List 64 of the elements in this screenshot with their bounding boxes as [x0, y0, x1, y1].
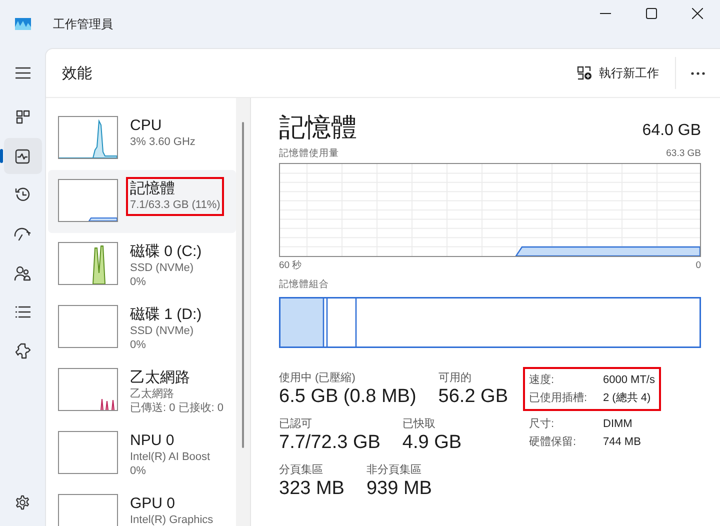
spec-value: 744 MB: [603, 435, 641, 450]
device-detail: 7.1/63.3 GB (11%): [130, 198, 220, 212]
stat-value: 56.2 GB: [438, 385, 508, 409]
device-detail: Intel(R) Graphics: [130, 513, 214, 526]
device-detail: 乙太網路: [130, 387, 175, 401]
device-detail: 已傳送: 0 已接收: 0: [130, 401, 224, 415]
graph-label: 記憶體使用量: [279, 148, 339, 160]
page-title: 效能: [62, 64, 92, 82]
device-detail: Intel(R) AI Boost: [130, 450, 210, 464]
device-list-item[interactable]: NPU 0 Intel(R) AI Boost 0%: [48, 422, 236, 485]
device-detail: SSD (NVMe): [130, 324, 195, 338]
stat-value: 323 MB: [279, 477, 344, 501]
stat-label: 分頁集區: [279, 463, 324, 477]
device-detail: SSD (NVMe): [130, 261, 195, 275]
spec-label: 尺寸:: [529, 417, 556, 432]
device-detail: 3% 3.60 GHz: [130, 135, 196, 149]
device-list-item[interactable]: GPU 0 Intel(R) Graphics: [48, 485, 236, 526]
device-list-item[interactable]: 磁碟 1 (D:) SSD (NVMe) 0%: [48, 296, 236, 359]
stat-label: 非分頁集區: [366, 463, 422, 477]
device-name: 磁碟 1 (D:): [130, 306, 202, 324]
usage-graph: [58, 242, 118, 285]
stat-label: 可用的: [438, 371, 472, 385]
spec-value: 2 (總共 4): [603, 391, 651, 406]
spec-label: 已使用插槽:: [529, 391, 588, 406]
device-list-item[interactable]: 乙太網路 乙太網路 已傳送: 0 已接收: 0: [48, 359, 236, 422]
usage-graph: [58, 431, 118, 474]
usage-graph: [58, 116, 118, 159]
stat-value: 4.9 GB: [402, 431, 462, 455]
device-list-item[interactable]: 磁碟 0 (C:) SSD (NVMe) 0%: [48, 233, 236, 296]
axis-label: 0: [696, 260, 701, 272]
device-detail: 0%: [130, 464, 147, 478]
device-name: GPU 0: [130, 495, 176, 513]
new-task-icon: [577, 66, 592, 80]
device-name: NPU 0: [130, 432, 176, 450]
stat-value: 7.7/72.3 GB: [279, 431, 380, 455]
device-name: 記憶體: [130, 180, 176, 198]
stat-value: 6.5 GB (0.8 MB): [279, 385, 416, 409]
axis-label: 60 秒: [279, 260, 302, 272]
usage-graph: [58, 368, 118, 411]
run-new-task-button[interactable]: 執行新工作: [569, 58, 667, 88]
section-title: 記憶體: [279, 112, 357, 142]
spec-label: 速度:: [529, 372, 556, 388]
stat-label: 使用中 (已壓縮): [279, 371, 356, 385]
spec-value: 6000 MT/s: [603, 373, 655, 388]
device-name: 乙太網路: [130, 369, 191, 387]
spec-label: 硬體保留:: [529, 435, 578, 450]
spec-value: DIMM: [603, 417, 632, 432]
device-name: CPU: [130, 117, 163, 135]
device-name: 磁碟 0 (C:): [130, 243, 202, 261]
device-list-item[interactable]: CPU 3% 3.60 GHz: [48, 107, 236, 170]
device-detail: 0%: [130, 338, 147, 352]
stat-label: 已認可: [279, 417, 313, 431]
device-detail: 0%: [130, 275, 147, 289]
scrollbar-thumb[interactable]: [242, 122, 244, 448]
graph-max-label: 63.3 GB: [666, 148, 701, 160]
window-title: 工作管理員: [53, 16, 113, 32]
usage-graph: [58, 305, 118, 348]
stat-value: 939 MB: [366, 477, 432, 501]
app-logo-icon: [15, 18, 31, 30]
total-capacity: 64.0 GB: [642, 122, 701, 140]
composition-label: 記憶體組合: [279, 279, 330, 291]
device-list-item[interactable]: 記憶體 7.1/63.3 GB (11%): [48, 170, 236, 233]
usage-graph: [58, 179, 118, 222]
stat-label: 已快取: [402, 417, 436, 431]
